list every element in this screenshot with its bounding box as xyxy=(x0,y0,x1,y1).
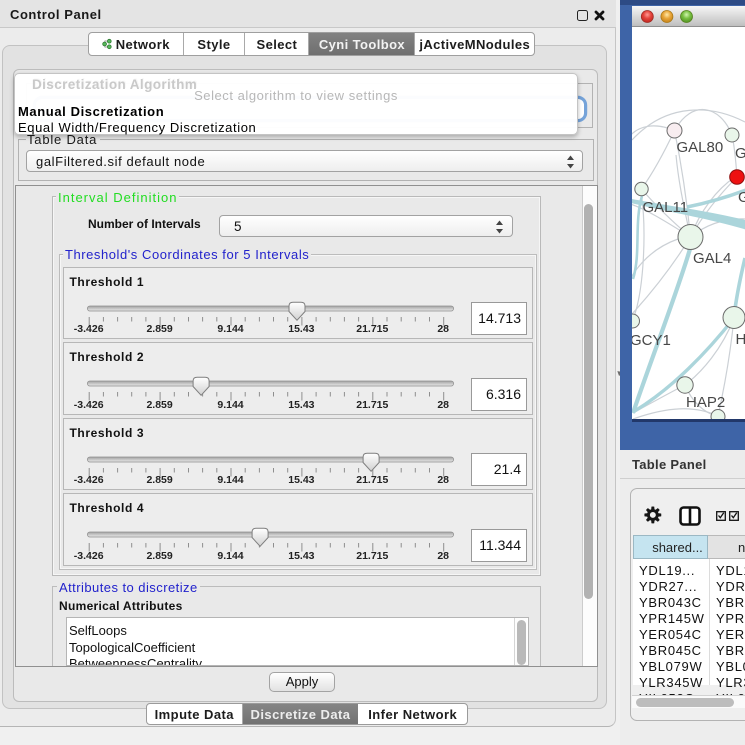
svg-text:HAP2: HAP2 xyxy=(686,394,725,411)
svg-text:G: G xyxy=(738,189,745,206)
svg-text:GAL11: GAL11 xyxy=(643,199,689,216)
svg-text:HIS: HIS xyxy=(736,331,745,348)
svg-text:GA: GA xyxy=(735,145,745,162)
svg-text:GCY1: GCY1 xyxy=(632,332,671,349)
svg-text:GAL4: GAL4 xyxy=(693,250,731,267)
svg-text:GAL80: GAL80 xyxy=(677,139,724,156)
